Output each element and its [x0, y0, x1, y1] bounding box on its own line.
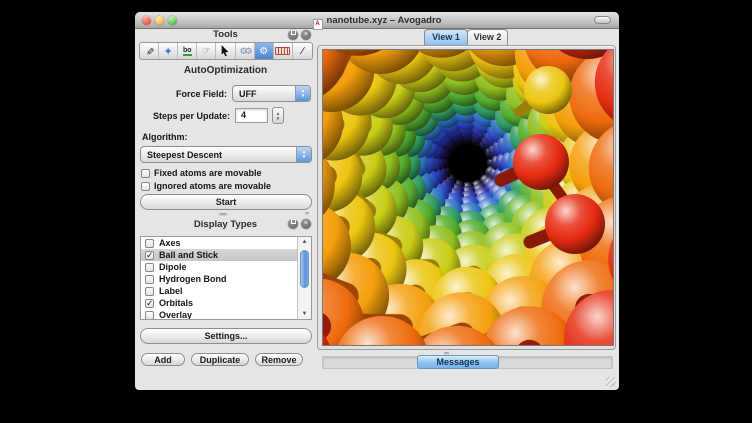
display-type-row-orbitals[interactable]: ✓ Orbitals [141, 297, 311, 309]
cursor-icon [220, 45, 230, 57]
checkbox-unchecked[interactable] [141, 182, 150, 191]
close-display-panel-button[interactable]: × [301, 219, 311, 229]
display-type-row-dipole[interactable]: Dipole [141, 261, 311, 273]
window-title-text: nanotube.xyz – Avogadro [327, 15, 442, 26]
force-field-value: UFF [233, 89, 257, 99]
splitter-handle[interactable] [305, 212, 309, 215]
star-icon: ✦ [164, 45, 173, 58]
remove-button[interactable]: Remove [255, 353, 303, 366]
resize-grip[interactable] [606, 377, 616, 387]
toolbar-pill-button[interactable] [594, 16, 611, 24]
bond-centric-tool-button[interactable]: bo [178, 43, 197, 59]
popup-arrows-icon: ▲▼ [295, 86, 310, 101]
settings-button[interactable]: Settings... [140, 328, 312, 344]
display-types-list: Axes ✓ Ball and Stick Dipole Hydrogen Bon… [140, 236, 312, 320]
display-type-label: Hydrogen Bond [159, 274, 227, 284]
popup-arrows-icon: ▲▼ [296, 147, 311, 162]
checkbox-checked[interactable]: ✓ [145, 251, 154, 260]
navigate-tool-button[interactable]: ✦ [159, 43, 178, 59]
desktop: Ananotube.xyz – Avogadro Tools × ✎ ✦ bo … [0, 0, 752, 423]
force-field-label: Force Field: [135, 89, 227, 99]
display-type-label: Axes [159, 238, 181, 248]
splitter-handle[interactable] [219, 213, 227, 216]
float-icon [291, 219, 296, 224]
messages-button[interactable]: Messages [417, 355, 499, 369]
3d-viewport[interactable] [322, 49, 614, 346]
fixed-atoms-checkbox-row[interactable]: Fixed atoms are movable [141, 168, 262, 178]
close-icon: × [304, 220, 308, 227]
measure-tool-button[interactable] [274, 43, 293, 59]
auto-optimization-tool-button[interactable]: ⚙ [255, 43, 274, 59]
scroll-down-icon[interactable]: ▼ [298, 311, 311, 317]
checkbox[interactable] [145, 275, 154, 284]
nanotube-render [323, 50, 613, 345]
checkbox-checked[interactable]: ✓ [145, 299, 154, 308]
gears-icon: ⚙⚙ [240, 46, 250, 57]
ignored-atoms-checkbox-row[interactable]: Ignored atoms are movable [141, 181, 271, 191]
auto-rotate-tool-button[interactable]: ⚙⚙ [236, 43, 255, 59]
fixed-atoms-label: Fixed atoms are movable [154, 168, 262, 178]
display-type-label: Label [159, 286, 183, 296]
float-icon [291, 30, 296, 35]
list-scrollbar[interactable]: ▲ ▼ [297, 237, 311, 319]
display-type-row-axes[interactable]: Axes [141, 237, 311, 249]
ignored-atoms-label: Ignored atoms are movable [154, 181, 271, 191]
ruler-icon [275, 47, 290, 55]
selection-tool-button[interactable] [216, 43, 235, 59]
align-tool-button[interactable]: ∕ [293, 43, 312, 59]
algorithm-label: Algorithm: [142, 132, 188, 142]
hand-icon: ☞ [202, 46, 211, 57]
checkbox-unchecked[interactable] [141, 169, 150, 178]
draw-tool-button[interactable]: ✎ [140, 43, 159, 59]
close-tools-panel-button[interactable]: × [301, 30, 311, 40]
checkbox[interactable] [145, 239, 154, 248]
window-title: Ananotube.xyz – Avogadro [135, 15, 619, 30]
float-tools-panel-button[interactable] [288, 30, 298, 40]
float-display-panel-button[interactable] [288, 219, 298, 229]
tab-view-1[interactable]: View 1 [424, 29, 468, 45]
display-type-label: Ball and Stick [159, 250, 218, 260]
close-icon: × [304, 31, 308, 38]
steps-per-update-field[interactable]: 4 [235, 108, 268, 123]
start-button[interactable]: Start [140, 194, 312, 210]
display-type-label: Dipole [159, 262, 187, 272]
display-type-row-overlay[interactable]: Overlay [141, 309, 311, 320]
force-field-select[interactable]: UFF ▲▼ [232, 85, 311, 102]
display-type-label: Overlay [159, 310, 192, 320]
steps-per-update-label: Steps per Update: [135, 111, 230, 121]
tools-toolbar: ✎ ✦ bo ☞ ⚙⚙ ⚙ ∕ [139, 42, 313, 60]
checkbox[interactable] [145, 287, 154, 296]
checkbox[interactable] [145, 263, 154, 272]
tool-section-title: AutoOptimization [135, 65, 316, 76]
gear-icon: ⚙ [259, 46, 268, 57]
display-type-row-hydrogen-bond[interactable]: Hydrogen Bond [141, 273, 311, 285]
display-type-label: Orbitals [159, 298, 193, 308]
bond-centric-icon: bo [183, 47, 192, 56]
add-button[interactable]: Add [141, 353, 185, 366]
algorithm-select[interactable]: Steepest Descent ▲▼ [140, 146, 312, 163]
avogadro-window: Ananotube.xyz – Avogadro Tools × ✎ ✦ bo … [135, 12, 619, 390]
manipulate-tool-button[interactable]: ☞ [197, 43, 216, 59]
algorithm-value: Steepest Descent [141, 150, 222, 160]
down-arrow-icon: ▼ [302, 155, 306, 160]
down-arrow-icon: ▼ [301, 94, 305, 99]
steps-stepper[interactable]: ▲▼ [272, 107, 284, 124]
scrollbar-thumb[interactable] [300, 250, 309, 288]
tab-view-2[interactable]: View 2 [467, 29, 508, 45]
display-type-row-label[interactable]: Label [141, 285, 311, 297]
pencil-icon: ✎ [144, 47, 155, 55]
display-type-row-ball-and-stick[interactable]: ✓ Ball and Stick [141, 249, 311, 261]
titlebar[interactable]: Ananotube.xyz – Avogadro [135, 12, 619, 29]
duplicate-button[interactable]: Duplicate [191, 353, 249, 366]
stepper-down-icon: ▼ [276, 116, 280, 121]
scroll-up-icon[interactable]: ▲ [298, 239, 311, 245]
align-icon: ∕ [302, 46, 304, 57]
checkbox[interactable] [145, 311, 154, 320]
